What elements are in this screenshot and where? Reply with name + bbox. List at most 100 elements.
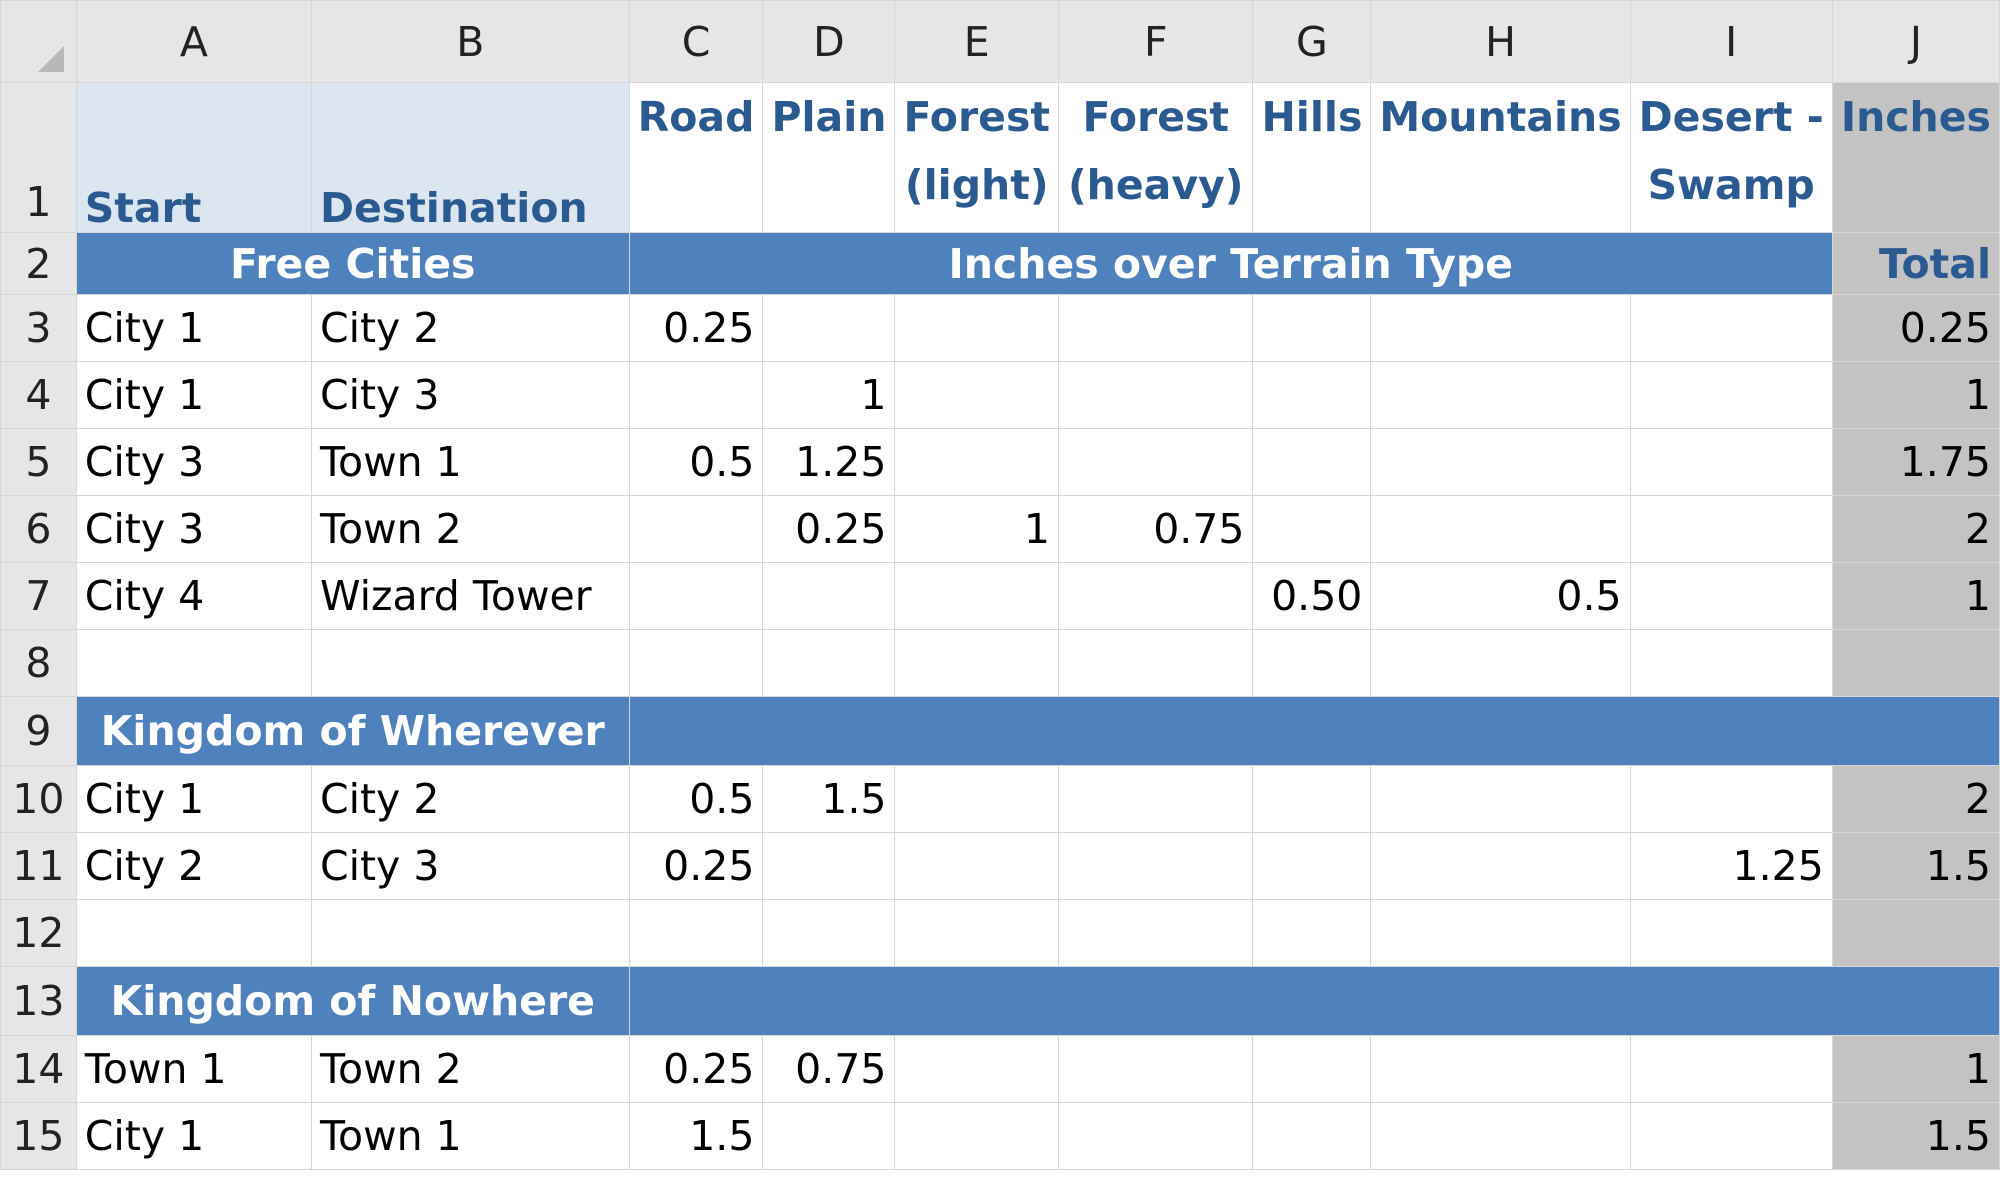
cell-g8[interactable] (1252, 629, 1372, 697)
cell-d14[interactable]: 0.75 (762, 1035, 896, 1103)
row-header-13[interactable]: 13 (0, 966, 77, 1036)
cell-d15[interactable] (762, 1102, 896, 1170)
cell-a10[interactable]: City 1 (75, 765, 312, 833)
cell-c6[interactable] (628, 495, 764, 563)
cell-i3[interactable] (1629, 294, 1833, 362)
cell-c2-inches-over-terrain[interactable]: Inches over Terrain Type (628, 232, 1833, 295)
cell-h11[interactable] (1370, 832, 1631, 900)
cell-a3[interactable]: City 1 (75, 294, 312, 362)
row-header-1[interactable]: 1 (0, 82, 77, 233)
cell-i12[interactable] (1629, 899, 1833, 967)
cell-g4[interactable] (1252, 361, 1372, 429)
cell-f7[interactable] (1057, 562, 1254, 630)
cell-a13-section-kingdom-of-nowhere[interactable]: Kingdom of Nowhere (75, 966, 630, 1036)
cell-i10[interactable] (1629, 765, 1833, 833)
cell-g1-hills[interactable]: Hills (1252, 82, 1372, 233)
cell-d6[interactable]: 0.25 (762, 495, 896, 563)
cell-d11[interactable] (762, 832, 896, 900)
cell-e15[interactable] (894, 1102, 1059, 1170)
cell-f10[interactable] (1057, 765, 1254, 833)
cell-d4[interactable]: 1 (762, 361, 896, 429)
cell-f14[interactable] (1057, 1035, 1254, 1103)
band-fill-row-9[interactable] (628, 696, 2000, 766)
cell-h8[interactable] (1370, 629, 1631, 697)
cell-g3[interactable] (1252, 294, 1372, 362)
cell-a1-start[interactable]: Start (75, 82, 312, 233)
cell-d8[interactable] (762, 629, 896, 697)
cell-f15[interactable] (1057, 1102, 1254, 1170)
cell-j8-total[interactable] (1831, 629, 2000, 697)
cell-e11[interactable] (894, 832, 1059, 900)
cell-h3[interactable] (1370, 294, 1631, 362)
cell-c5[interactable]: 0.5 (628, 428, 764, 496)
cell-a7[interactable]: City 4 (75, 562, 312, 630)
cell-e12[interactable] (894, 899, 1059, 967)
cell-i15[interactable] (1629, 1102, 1833, 1170)
row-header-5[interactable]: 5 (0, 428, 77, 496)
cell-a6[interactable]: City 3 (75, 495, 312, 563)
row-header-9[interactable]: 9 (0, 696, 77, 766)
cell-h7[interactable]: 0.5 (1370, 562, 1631, 630)
cell-c1-road[interactable]: Road (628, 82, 764, 233)
cell-f1-forest-heavy[interactable]: Forest (heavy) (1057, 82, 1254, 233)
cell-c7[interactable] (628, 562, 764, 630)
cell-b4[interactable]: City 3 (310, 361, 630, 429)
cell-a15[interactable]: City 1 (75, 1102, 312, 1170)
cell-j6-total[interactable]: 2 (1831, 495, 2000, 563)
row-header-3[interactable]: 3 (0, 294, 77, 362)
cell-e7[interactable] (894, 562, 1059, 630)
column-header-b[interactable]: B (310, 0, 630, 83)
cell-c12[interactable] (628, 899, 764, 967)
cell-e6[interactable]: 1 (894, 495, 1059, 563)
band-fill-row-13[interactable] (628, 966, 2000, 1036)
cell-a4[interactable]: City 1 (75, 361, 312, 429)
cell-d10[interactable]: 1.5 (762, 765, 896, 833)
cell-f3[interactable] (1057, 294, 1254, 362)
cell-i6[interactable] (1629, 495, 1833, 563)
column-header-c[interactable]: C (628, 0, 764, 83)
cell-f12[interactable] (1057, 899, 1254, 967)
cell-i5[interactable] (1629, 428, 1833, 496)
cell-f11[interactable] (1057, 832, 1254, 900)
cell-b1-destination[interactable]: Destination (310, 82, 630, 233)
cell-b15[interactable]: Town 1 (310, 1102, 630, 1170)
column-header-e[interactable]: E (894, 0, 1059, 83)
cell-b12[interactable] (310, 899, 630, 967)
cell-h15[interactable] (1370, 1102, 1631, 1170)
column-header-h[interactable]: H (1370, 0, 1631, 83)
column-header-d[interactable]: D (762, 0, 896, 83)
cell-a9-section-kingdom-of-wherever[interactable]: Kingdom of Wherever (75, 696, 630, 766)
cell-b8[interactable] (310, 629, 630, 697)
cell-j4-total[interactable]: 1 (1831, 361, 2000, 429)
cell-b6[interactable]: Town 2 (310, 495, 630, 563)
row-header-10[interactable]: 10 (0, 765, 77, 833)
cell-i14[interactable] (1629, 1035, 1833, 1103)
cell-i1-desert-swamp[interactable]: Desert - Swamp (1629, 82, 1833, 233)
cell-e5[interactable] (894, 428, 1059, 496)
cell-g12[interactable] (1252, 899, 1372, 967)
row-header-4[interactable]: 4 (0, 361, 77, 429)
cell-j10-total[interactable]: 2 (1831, 765, 2000, 833)
cell-h12[interactable] (1370, 899, 1631, 967)
cell-f4[interactable] (1057, 361, 1254, 429)
cell-f5[interactable] (1057, 428, 1254, 496)
cell-b14[interactable]: Town 2 (310, 1035, 630, 1103)
cell-g11[interactable] (1252, 832, 1372, 900)
cell-j14-total[interactable]: 1 (1831, 1035, 2000, 1103)
select-all-corner[interactable] (0, 0, 77, 83)
column-header-a[interactable]: A (75, 0, 312, 83)
row-header-11[interactable]: 11 (0, 832, 77, 900)
cell-i8[interactable] (1629, 629, 1833, 697)
cell-g5[interactable] (1252, 428, 1372, 496)
row-header-6[interactable]: 6 (0, 495, 77, 563)
cell-h1-mountains[interactable]: Mountains (1370, 82, 1631, 233)
cell-j11-total[interactable]: 1.5 (1831, 832, 2000, 900)
cell-h4[interactable] (1370, 361, 1631, 429)
row-header-12[interactable]: 12 (0, 899, 77, 967)
row-header-2[interactable]: 2 (0, 232, 77, 295)
cell-d7[interactable] (762, 562, 896, 630)
cell-g15[interactable] (1252, 1102, 1372, 1170)
cell-e1-forest-light[interactable]: Forest (light) (894, 82, 1059, 233)
cell-h6[interactable] (1370, 495, 1631, 563)
spreadsheet-grid[interactable]: A B C D E F G H I J 1 Start Destination … (0, 0, 2000, 1184)
